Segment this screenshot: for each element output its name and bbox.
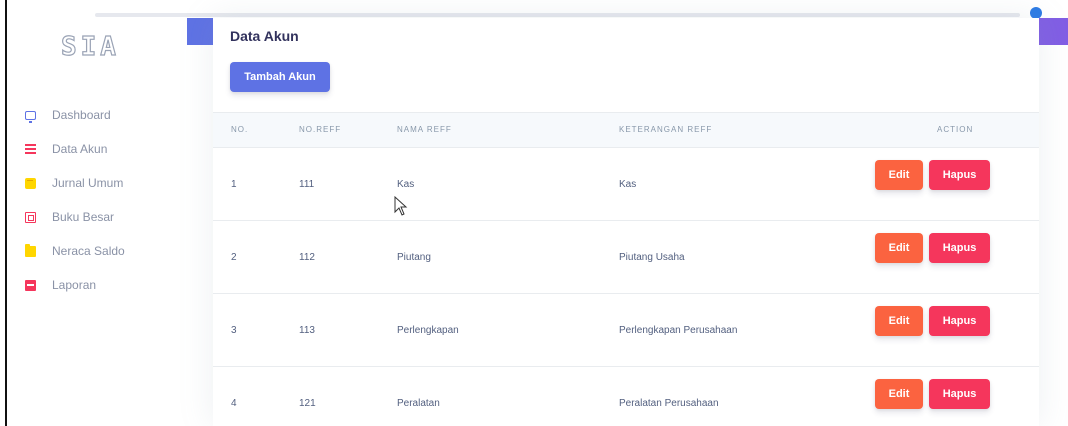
cell-no-reff: 111 (299, 179, 315, 190)
cell-no-reff: 112 (299, 252, 315, 263)
add-account-button[interactable]: Tambah Akun (230, 62, 330, 92)
pdf-icon (25, 279, 36, 291)
page-title: Data Akun (230, 28, 299, 44)
cell-no: 1 (231, 179, 237, 190)
delete-button[interactable]: Hapus (929, 160, 990, 190)
monitor-icon (25, 110, 36, 123)
cell-nama-reff: Peralatan (397, 398, 440, 409)
edit-button[interactable]: Edit (875, 306, 923, 336)
column-header-nama-reff: NAMA REFF (397, 125, 452, 134)
sidebar-item-laporan[interactable]: Laporan (7, 268, 187, 302)
list-icon (25, 143, 36, 155)
cell-no: 3 (231, 325, 237, 336)
book-icon (25, 211, 36, 223)
table-row: 2 112 Piutang Piutang Usaha Edit Hapus (213, 221, 1039, 294)
table-header: NO. NO.REFF NAMA REFF KETERANGAN REFF AC… (213, 112, 1039, 148)
sidebar-item-dashboard[interactable]: Dashboard (7, 98, 187, 132)
app-logo: SIA (60, 31, 120, 62)
table-row: 4 121 Peralatan Peralatan Perusahaan Edi… (213, 367, 1039, 426)
delete-button[interactable]: Hapus (929, 379, 990, 409)
sidebar-item-buku-besar[interactable]: Buku Besar (7, 200, 187, 234)
delete-button[interactable]: Hapus (929, 306, 990, 336)
cell-keterangan-reff: Kas (619, 179, 637, 190)
cell-no: 4 (231, 398, 237, 409)
cell-nama-reff: Perlengkapan (397, 325, 459, 336)
column-header-action: ACTION (937, 125, 974, 134)
sidebar-item-neraca-saldo[interactable]: Neraca Saldo (7, 234, 187, 268)
sidebar-item-data-akun[interactable]: Data Akun (7, 132, 187, 166)
edit-button[interactable]: Edit (875, 160, 923, 190)
note-icon (25, 177, 36, 189)
cell-nama-reff: Kas (397, 179, 415, 190)
cell-no-reff: 121 (299, 398, 316, 409)
mouse-cursor-icon (394, 196, 408, 216)
sidebar-item-label: Dashboard (52, 108, 111, 122)
cell-no: 2 (231, 252, 237, 263)
sidebar-item-label: Jurnal Umum (52, 176, 124, 190)
edit-button[interactable]: Edit (875, 379, 923, 409)
table-row: 3 113 Perlengkapan Perlengkapan Perusaha… (213, 294, 1039, 367)
column-header-no: NO. (231, 125, 249, 134)
browser-top-strip (0, 0, 1068, 19)
sidebar-item-label: Neraca Saldo (52, 244, 125, 258)
cell-nama-reff: Piutang (397, 252, 431, 263)
sidebar-item-label: Laporan (52, 278, 97, 292)
sidebar-item-label: Data Akun (52, 142, 108, 156)
sidebar: SIA Dashboard Data Akun Jurnal Umum Buku… (7, 18, 187, 426)
data-akun-card: Data Akun Tambah Akun NO. NO.REFF NAMA R… (213, 18, 1039, 426)
edit-button[interactable]: Edit (875, 233, 923, 263)
sidebar-item-label: Buku Besar (52, 210, 115, 224)
cell-keterangan-reff: Piutang Usaha (619, 252, 685, 263)
table-row: 1 111 Kas Kas Edit Hapus (213, 148, 1039, 221)
delete-button[interactable]: Hapus (929, 233, 990, 263)
sidebar-item-jurnal-umum[interactable]: Jurnal Umum (7, 166, 187, 200)
column-header-keterangan-reff: KETERANGAN REFF (619, 125, 713, 134)
scroll-track (95, 13, 1020, 17)
cell-keterangan-reff: Perlengkapan Perusahaan (619, 325, 738, 336)
cell-keterangan-reff: Peralatan Perusahaan (619, 398, 719, 409)
folder-icon (25, 243, 36, 257)
column-header-no-reff: NO.REFF (299, 125, 342, 134)
sidebar-nav: Dashboard Data Akun Jurnal Umum Buku Bes… (7, 98, 187, 302)
cell-no-reff: 113 (299, 325, 315, 336)
